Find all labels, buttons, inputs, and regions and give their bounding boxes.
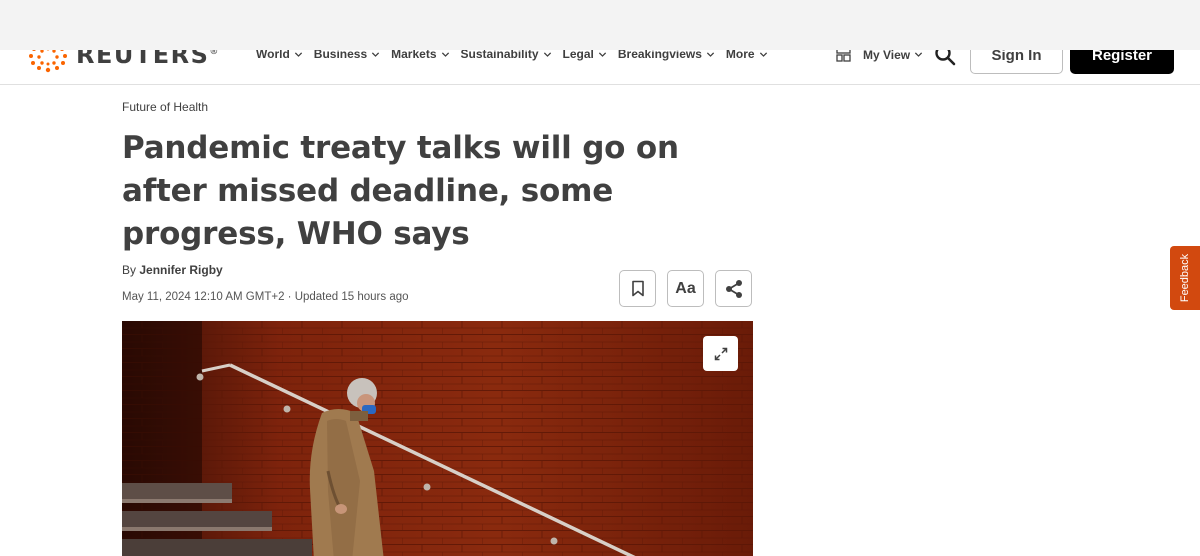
feedback-tab[interactable]: Feedback xyxy=(1170,246,1200,310)
share-button[interactable] xyxy=(715,270,752,307)
chevron-down-icon xyxy=(294,51,302,57)
font-size-button[interactable]: Aa xyxy=(667,270,704,307)
chevron-down-icon xyxy=(706,51,715,57)
chevron-down-icon xyxy=(915,52,923,57)
article-dateline: May 11, 2024 12:10 AM GMT+2 · Updated 15… xyxy=(122,291,409,303)
article-section-link[interactable]: Future of Health xyxy=(122,100,762,114)
chevron-down-icon xyxy=(372,51,380,57)
photo-illustration xyxy=(122,321,753,556)
chevron-down-icon xyxy=(759,51,767,57)
expand-icon xyxy=(714,347,727,360)
author-link[interactable]: Jennifer Rigby xyxy=(139,263,222,277)
expand-photo-button[interactable] xyxy=(703,336,738,371)
bookmark-icon xyxy=(631,280,644,297)
chevron-down-icon xyxy=(598,51,606,57)
byline-prefix: By xyxy=(122,263,140,277)
chevron-down-icon xyxy=(441,51,449,57)
chevron-down-icon xyxy=(543,51,551,57)
browser-top-band xyxy=(0,0,1200,50)
article-headline: Pandemic treaty talks will go on after m… xyxy=(122,130,679,252)
font-size-label: Aa xyxy=(675,279,696,297)
share-icon xyxy=(725,279,742,298)
article-photo[interactable] xyxy=(122,321,753,556)
bookmark-button[interactable] xyxy=(619,270,656,307)
feedback-label: Feedback xyxy=(1179,253,1191,303)
article: Future of Health Pandemic treaty talks w… xyxy=(122,100,762,307)
byline: By Jennifer Rigby xyxy=(122,263,223,277)
article-tools: Aa xyxy=(619,270,752,307)
